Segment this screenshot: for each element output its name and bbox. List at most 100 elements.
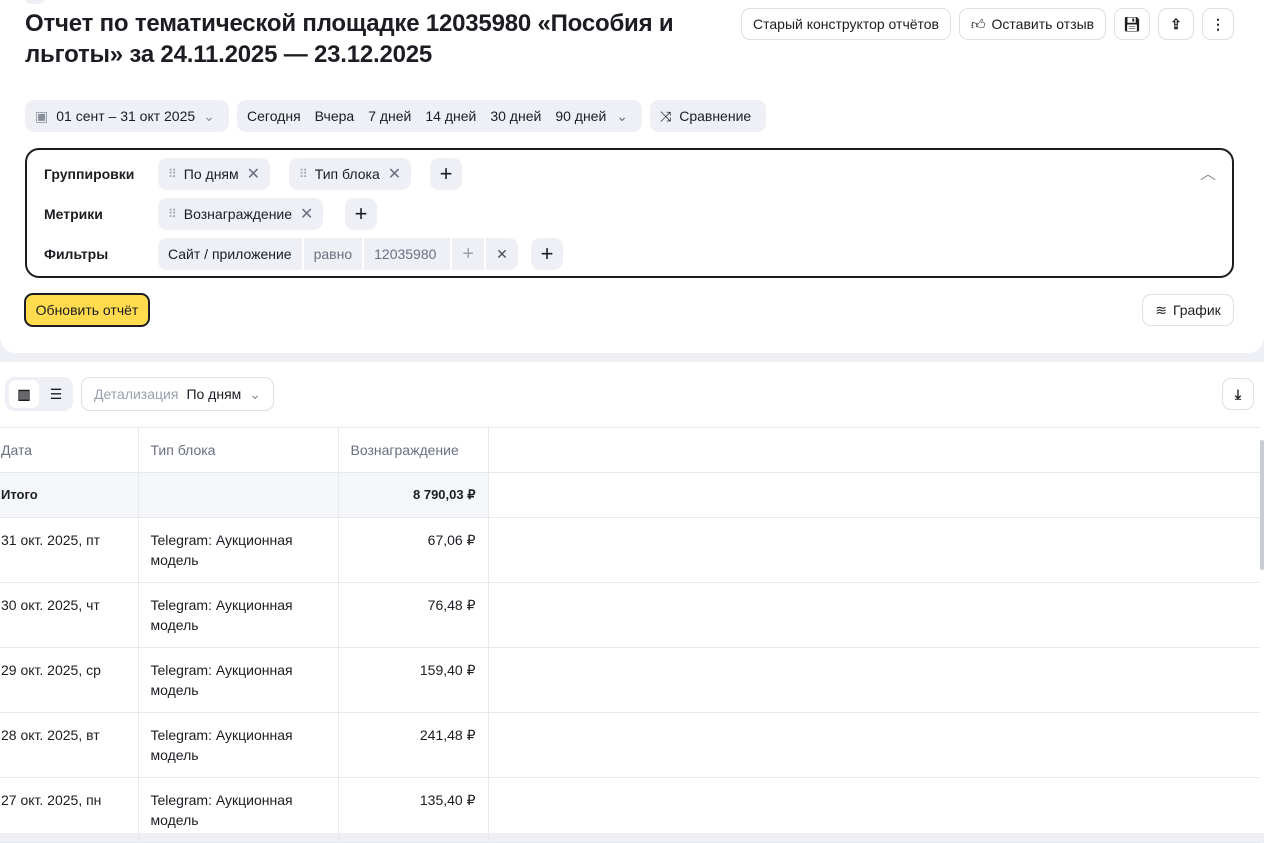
chip-label: Вознаграждение (183, 206, 293, 222)
more-vertical-icon: ⋮ (1211, 15, 1225, 32)
close-icon[interactable]: ✕ (247, 164, 260, 184)
filter-row: Сайт / приложение равно 12035980 + ✕ (158, 238, 518, 270)
total-empty (138, 472, 339, 518)
add-grouping-button[interactable]: + (430, 158, 462, 190)
preset-today[interactable]: Сегодня (247, 108, 301, 124)
preset-90-days[interactable]: 90 дней (555, 108, 606, 124)
report-builder: Группировки ⠿ По дням ✕ ⠿ Тип блока ✕ + ︿ Ме… (25, 148, 1234, 278)
filter-operator[interactable]: равно (303, 238, 363, 270)
chevron-down-icon[interactable]: ⌄ (616, 108, 628, 125)
add-filter-button[interactable]: + (531, 238, 563, 270)
total-row: Итого 8 790,03 ₽ (0, 472, 1260, 518)
empty-cell (488, 517, 1260, 583)
chip-label: По дням (183, 166, 239, 182)
table-row: 28 окт. 2025, вт Telegram: Аукционная мод… (0, 712, 1260, 778)
back-button[interactable] (25, 0, 45, 4)
report-settings-panel: Отчет по тематической площадке 12035980 … (0, 0, 1264, 353)
detail-label: Детализация (93, 386, 179, 402)
save-button[interactable]: 💾︎ (1114, 8, 1150, 40)
date-cell: 29 окт. 2025, ср (0, 647, 139, 713)
filter-add-value-button[interactable]: + (452, 238, 485, 270)
compare-button[interactable]: ⤨ Сравнение (650, 100, 766, 132)
save-icon: 💾︎ (1123, 15, 1141, 32)
grouping-chip-block-type[interactable]: ⠿ Тип блока ✕ (289, 158, 412, 190)
column-header-reward[interactable]: Вознаграждение (338, 427, 489, 473)
filter-value-input[interactable]: 12035980 (364, 238, 451, 270)
download-icon: ⤓ (1234, 385, 1242, 402)
empty-cell (488, 712, 1260, 778)
report-table: Дата Тип блока Вознаграждение Итого 8 79… (0, 427, 1260, 843)
share-icon: ⇪ (1170, 15, 1182, 32)
date-cell: 30 окт. 2025, чт (0, 582, 139, 648)
block-type-cell: Telegram: Аукционная модель (138, 647, 339, 713)
metrics-label: Метрики (44, 206, 103, 222)
old-constructor-button[interactable]: Старый конструктор отчётов (741, 8, 951, 40)
chip-label: Тип блока (314, 166, 380, 182)
preset-14-days[interactable]: 14 дней (425, 108, 476, 124)
groupings-label: Группировки (44, 166, 135, 182)
columns-view-icon[interactable]: ▥ (9, 380, 39, 408)
reward-cell: 159,40 ₽ (338, 647, 489, 713)
table-row: 31 окт. 2025, пт Telegram: Аукционная мод… (0, 517, 1260, 583)
table-row: 30 окт. 2025, чт Telegram: Аукционная мод… (0, 582, 1260, 648)
column-header-date[interactable]: Дата (0, 427, 139, 473)
drag-handle-icon[interactable]: ⠿ (168, 167, 177, 181)
chevron-down-icon: ⌄ (249, 385, 262, 402)
chevron-down-icon: ⌄ (203, 107, 215, 124)
date-cell: 28 окт. 2025, вт (0, 712, 139, 778)
chevron-up-icon[interactable]: ︿ (1200, 160, 1216, 184)
download-button[interactable]: ⤓ (1222, 378, 1254, 410)
shuffle-icon: ⤨ (660, 107, 672, 124)
filter-field[interactable]: Сайт / приложение (158, 238, 302, 270)
column-header-block-type[interactable]: Тип блока (138, 427, 339, 473)
block-type-cell: Telegram: Аукционная модель (138, 712, 339, 778)
table-header: Дата Тип блока Вознаграждение (0, 427, 1260, 473)
feedback-label: Оставить отзыв (991, 16, 1095, 32)
more-button[interactable]: ⋮ (1202, 8, 1234, 40)
preset-30-days[interactable]: 30 дней (490, 108, 541, 124)
feedback-button[interactable]: 👍︎ Оставить отзыв (959, 8, 1106, 40)
table-scrollbar[interactable] (1260, 440, 1264, 570)
add-metric-button[interactable]: + (345, 198, 377, 230)
empty-cell (488, 472, 1260, 518)
reward-cell: 241,48 ₽ (338, 712, 489, 778)
block-type-cell: Telegram: Аукционная модель (138, 582, 339, 648)
list-view-icon[interactable]: ☰ (43, 380, 69, 408)
total-label: Итого (0, 472, 139, 518)
preset-7-days[interactable]: 7 дней (368, 108, 411, 124)
compare-label: Сравнение (679, 108, 752, 124)
old-constructor-label: Старый конструктор отчётов (753, 16, 939, 32)
total-value: 8 790,03 ₽ (338, 472, 489, 518)
chart-label: График (1172, 302, 1221, 318)
calendar-icon: ▣ (35, 107, 49, 124)
date-cell: 31 окт. 2025, пт (0, 517, 139, 583)
metric-chip-reward[interactable]: ⠿ Вознаграждение ✕ (158, 198, 324, 230)
update-report-button[interactable]: Обновить отчёт (24, 293, 150, 327)
detail-select[interactable]: Детализация По дням ⌄ (81, 377, 274, 411)
table-row: 29 окт. 2025, ср Telegram: Аукционная мод… (0, 647, 1260, 713)
report-table-section: ▥ ☰ Детализация По дням ⌄ ⤓ Дата Тип бло… (0, 362, 1264, 843)
reward-cell: 67,06 ₽ (338, 517, 489, 583)
chart-icon: ≋ (1155, 301, 1167, 318)
view-toggle: ▥ ☰ (5, 377, 73, 411)
thumbs-up-icon: 👍︎ (970, 15, 986, 32)
share-button[interactable]: ⇪ (1158, 8, 1194, 40)
drag-handle-icon[interactable]: ⠿ (168, 207, 177, 221)
close-icon[interactable]: ✕ (300, 204, 313, 224)
chart-button[interactable]: ≋ График (1142, 294, 1234, 326)
filter-remove-button[interactable]: ✕ (486, 238, 518, 270)
empty-cell (488, 582, 1260, 648)
plus-icon: + (439, 161, 453, 186)
block-type-cell: Telegram: Аукционная модель (138, 517, 339, 583)
grouping-chip-days[interactable]: ⠿ По дням ✕ (158, 158, 271, 190)
drag-handle-icon[interactable]: ⠿ (299, 167, 308, 181)
detail-value: По дням (186, 386, 242, 402)
close-icon[interactable]: ✕ (388, 164, 401, 184)
empty-cell (488, 647, 1260, 713)
page-title: Отчет по тематической площадке 12035980 … (25, 10, 674, 68)
preset-yesterday[interactable]: Вчера (315, 108, 355, 124)
plus-icon: + (354, 201, 368, 226)
date-range-picker[interactable]: ▣ 01 сент – 31 окт 2025 ⌄ (25, 100, 229, 132)
date-range-value: 01 сент – 31 окт 2025 (56, 108, 196, 124)
reward-cell: 76,48 ₽ (338, 582, 489, 648)
